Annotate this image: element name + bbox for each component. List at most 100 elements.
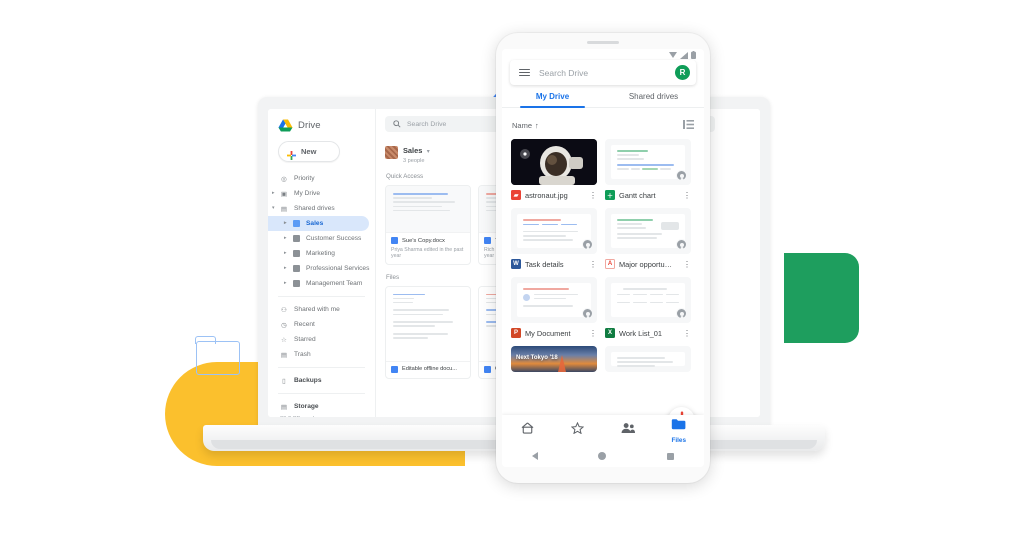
more-options-icon[interactable]: ⋮ [589, 191, 597, 199]
chevron-right-icon[interactable]: ▸ [284, 281, 287, 286]
system-navigation-bar [502, 445, 704, 467]
sidebar-item-sales[interactable]: ▸ Sales [268, 216, 369, 231]
file-card[interactable]: Editable offline docu... [385, 285, 471, 379]
file-item[interactable]: ＋ Gantt chart ⋮ [605, 139, 691, 200]
nav-item-label: Files [671, 436, 687, 444]
sidebar-item-customer-success[interactable]: ▸ Customer Success [268, 231, 375, 246]
sidebar-item-management-team[interactable]: ▸ Management Team [268, 276, 375, 291]
nav-item-files[interactable]: Files [654, 417, 705, 444]
sidebar-divider [278, 393, 365, 394]
sidebar-divider [278, 296, 365, 297]
sidebar-item-label: Customer Success [306, 235, 362, 242]
file-name: Work List_01 [619, 328, 662, 338]
new-button[interactable]: New [278, 141, 340, 162]
drive-triangle-icon [278, 119, 293, 132]
home-icon [521, 421, 534, 439]
sidebar-item-professional-services[interactable]: ▸ Professional Services [268, 261, 375, 276]
sidebar-item-label: Professional Services [306, 265, 370, 272]
file-item[interactable]: W Task details ⋮ [511, 208, 597, 269]
recents-button-icon[interactable] [666, 452, 674, 460]
sidebar-item-label: Shared drives [294, 205, 335, 212]
file-item[interactable]: ▰ astronaut.jpg ⋮ [511, 139, 597, 200]
hamburger-menu-icon[interactable] [519, 68, 530, 77]
owner-badge-icon [676, 239, 687, 250]
file-name: Gantt chart [619, 190, 656, 200]
file-item[interactable]: X Work List_01 ⋮ [605, 277, 691, 338]
file-item[interactable]: Next Tokyo '18 [511, 346, 597, 372]
file-thumbnail[interactable] [511, 208, 597, 254]
sidebar-divider [278, 367, 365, 368]
folder-icon [671, 417, 686, 435]
sidebar-item-starred[interactable]: ☆ Starred [268, 332, 375, 347]
sidebar-item-priority[interactable]: ◎ Priority [268, 171, 375, 186]
sidebar-item-backups[interactable]: ▯ Backups [268, 373, 375, 388]
file-thumbnail[interactable]: Next Tokyo '18 [511, 346, 597, 372]
chevron-down-icon[interactable]: ▾ [272, 206, 275, 211]
owner-badge-icon [582, 239, 593, 250]
sidebar-item-marketing[interactable]: ▸ Marketing [268, 246, 375, 261]
drive-icon [292, 220, 300, 228]
storage-used-text: 30.7 GB used [268, 416, 375, 417]
more-options-icon[interactable]: ⋮ [589, 329, 597, 337]
file-item[interactable]: P My Document ⋮ [511, 277, 597, 338]
shared-with-me-icon: ⚇ [281, 306, 287, 314]
file-thumbnail[interactable] [511, 139, 597, 185]
more-options-icon[interactable]: ⋮ [589, 260, 597, 268]
drive-title: Sales [403, 146, 423, 155]
chevron-right-icon[interactable]: ▸ [272, 191, 275, 196]
sidebar-item-shared-drives[interactable]: ▾ ▤ Shared drives [268, 201, 375, 216]
chevron-right-icon[interactable]: ▸ [284, 266, 287, 271]
tab-my-drive[interactable]: My Drive [502, 92, 603, 108]
phone-speaker [587, 41, 619, 44]
more-options-icon[interactable]: ⋮ [683, 329, 691, 337]
sidebar-item-storage[interactable]: ▤ Storage [268, 399, 375, 414]
banner-text: Next Tokyo '18 [516, 355, 558, 361]
bottom-navigation: Files [502, 415, 704, 445]
file-item[interactable] [605, 346, 691, 372]
docs-icon [391, 237, 398, 244]
file-thumbnail[interactable] [605, 277, 691, 323]
excel-preview [611, 283, 685, 317]
quick-access-card[interactable]: Sue's Copy.docx Priya Sharma edited in t… [385, 185, 471, 265]
sidebar-item-label: Trash [294, 351, 311, 358]
word-file-icon: W [511, 259, 521, 269]
home-button-icon[interactable] [598, 452, 607, 460]
sidebar-item-label: Storage [294, 403, 319, 410]
chevron-right-icon[interactable]: ▸ [284, 236, 287, 241]
avatar[interactable]: R [675, 65, 690, 80]
folder-outline-icon [195, 336, 240, 375]
sheet-preview [611, 145, 685, 179]
file-item[interactable]: A Major opportu… ⋮ [605, 208, 691, 269]
back-button-icon[interactable] [532, 452, 539, 460]
file-thumbnail[interactable] [605, 139, 691, 185]
phone-device: Search Drive R My Drive Shared drives Na… [496, 33, 710, 483]
more-options-icon[interactable]: ⋮ [683, 191, 691, 199]
sidebar-item-recent[interactable]: ◷ Recent [268, 317, 375, 332]
shared-drives-icon: ▤ [280, 205, 288, 213]
tab-shared-drives[interactable]: Shared drives [603, 92, 704, 107]
sidebar-item-shared-with-me[interactable]: ⚇ Shared with me [268, 302, 375, 317]
file-meta: X Work List_01 ⋮ [605, 328, 691, 338]
card-footer: Sue's Copy.docx Priya Sharma edited in t… [386, 232, 470, 264]
file-thumbnail[interactable] [511, 277, 597, 323]
chevron-right-icon[interactable]: ▸ [284, 251, 287, 256]
drive-logo-text: Drive [298, 120, 321, 131]
nav-item-shared[interactable] [603, 421, 654, 439]
pdf-preview [611, 214, 685, 248]
sidebar-item-label: Marketing [306, 250, 335, 257]
drive-icon [292, 235, 300, 243]
sort-control[interactable]: Name ↑ [512, 121, 539, 130]
nav-item-starred[interactable] [553, 421, 604, 439]
owner-badge-icon [676, 308, 687, 319]
search-bar[interactable]: Search Drive R [510, 60, 696, 85]
chevron-down-icon[interactable]: ▾ [427, 149, 430, 155]
sidebar-item-label: Priority [294, 175, 315, 182]
more-options-icon[interactable]: ⋮ [683, 260, 691, 268]
sidebar-item-my-drive[interactable]: ▸ ▣ My Drive [268, 186, 375, 201]
file-thumbnail[interactable] [605, 208, 691, 254]
view-toggle-icon[interactable] [683, 116, 694, 134]
nav-item-home[interactable] [502, 421, 553, 439]
sidebar-item-trash[interactable]: ▤ Trash [268, 347, 375, 362]
file-thumbnail[interactable] [605, 346, 691, 372]
chevron-right-icon[interactable]: ▸ [284, 221, 287, 226]
